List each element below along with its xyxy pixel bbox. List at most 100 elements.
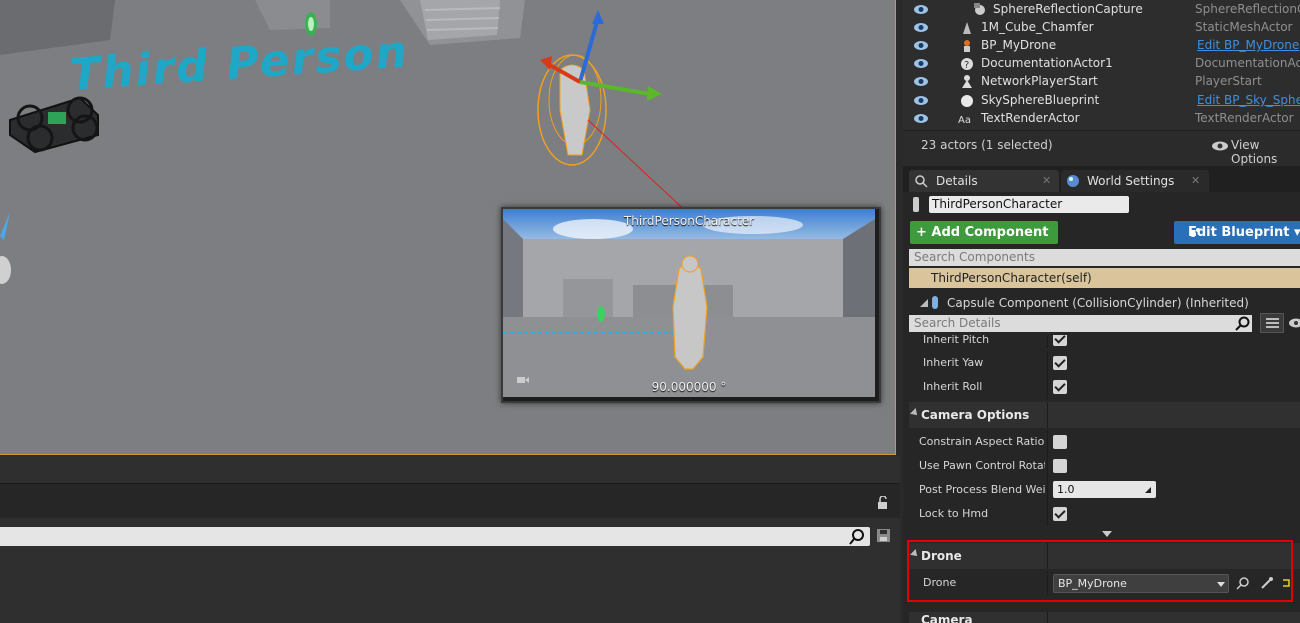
eye-icon[interactable] bbox=[914, 76, 928, 87]
use-pawn-control-checkbox[interactable] bbox=[1053, 459, 1067, 473]
category-label: Camera Options bbox=[921, 408, 1030, 422]
outliner-row[interactable]: Aa TextRenderActor TextRenderActor bbox=[903, 110, 1300, 128]
eye-icon[interactable] bbox=[914, 4, 928, 15]
static-mesh-icon bbox=[963, 22, 971, 34]
documentation-icon: ? bbox=[961, 58, 973, 71]
category-camera[interactable]: Camera bbox=[909, 612, 1300, 623]
sky-sphere-icon bbox=[961, 95, 973, 107]
outliner-item-name: BP_MyDrone bbox=[981, 38, 1057, 52]
search-details-input[interactable]: Search Details bbox=[909, 315, 1252, 332]
blend-weight-field[interactable]: 1.0 bbox=[1053, 481, 1156, 498]
actor-name-field[interactable]: ThirdPersonCharacter bbox=[929, 196, 1129, 213]
gears-icon bbox=[1190, 228, 1200, 237]
property-row: Inherit Roll bbox=[909, 375, 1300, 399]
edit-blueprint-link[interactable]: Edit BP_MyDrone bbox=[1197, 38, 1299, 52]
outliner-item-type: PlayerStart bbox=[1195, 74, 1262, 88]
search-components-input[interactable]: Search Components bbox=[909, 249, 1300, 266]
outliner-row[interactable]: SphereReflectionCapture SphereReflection… bbox=[903, 1, 1300, 19]
tab-details-label: Details bbox=[936, 174, 978, 188]
inherit-roll-checkbox[interactable] bbox=[1053, 380, 1067, 394]
svg-text:Aa: Aa bbox=[958, 115, 971, 126]
inherit-yaw-checkbox[interactable] bbox=[1053, 356, 1067, 370]
blueprint-actor-icon bbox=[964, 40, 970, 52]
constrain-aspect-checkbox[interactable] bbox=[1053, 435, 1067, 449]
outliner-row[interactable]: NetworkPlayerStart PlayerStart bbox=[903, 73, 1300, 91]
eye-icon[interactable] bbox=[914, 58, 928, 69]
property-row: Inherit Pitch bbox=[909, 335, 1300, 348]
details-icon bbox=[915, 175, 928, 188]
outliner-row[interactable]: SkySphereBlueprint Edit BP_Sky_Sphere bbox=[903, 92, 1300, 110]
close-icon[interactable]: ✕ bbox=[1042, 174, 1051, 187]
outliner-row[interactable]: BP_MyDrone Edit BP_MyDrone bbox=[903, 37, 1300, 55]
tab-details[interactable]: Details ✕ bbox=[909, 170, 1059, 192]
eye-icon[interactable] bbox=[1289, 318, 1300, 328]
svg-text:?: ? bbox=[964, 60, 969, 71]
component-capsule[interactable]: Capsule Component (CollisionCylinder) (I… bbox=[947, 296, 1249, 310]
collapse-arrow-icon bbox=[910, 408, 920, 418]
text-render-icon: Aa bbox=[958, 115, 971, 126]
tab-world-settings[interactable]: World Settings ✕ bbox=[1061, 170, 1209, 192]
lock-icon[interactable] bbox=[876, 496, 890, 510]
save-icon[interactable] bbox=[877, 529, 890, 542]
outliner-item-type: TextRenderActor bbox=[1195, 111, 1294, 125]
category-label: Camera bbox=[921, 613, 973, 623]
outliner-item-type: DocumentationActor bbox=[1195, 56, 1300, 70]
outliner-item-type: SphereReflectionCa bbox=[1195, 2, 1300, 16]
level-viewport[interactable]: Third Person ThirdPersonCharacter 90.000… bbox=[0, 0, 896, 455]
preview-angle: 90.000000 ° bbox=[651, 380, 727, 394]
outliner-item-name: NetworkPlayerStart bbox=[981, 74, 1098, 88]
eye-icon[interactable] bbox=[1212, 141, 1228, 151]
property-label: Post Process Blend Weight bbox=[919, 483, 1045, 496]
property-label: Use Pawn Control Rotation bbox=[919, 459, 1045, 472]
property-row: Inherit Yaw bbox=[909, 351, 1300, 375]
eye-icon[interactable] bbox=[914, 95, 928, 106]
outliner-item-name: DocumentationActor1 bbox=[981, 56, 1113, 70]
inherit-pitch-checkbox[interactable] bbox=[1053, 335, 1067, 346]
outliner-item-type: StaticMeshActor bbox=[1195, 20, 1293, 34]
outliner-item-name: 1M_Cube_Chamfer bbox=[981, 20, 1094, 34]
search-icon[interactable] bbox=[849, 529, 865, 545]
property-row: Constrain Aspect Ratio bbox=[909, 430, 1300, 454]
eye-icon[interactable] bbox=[914, 22, 928, 33]
outliner-row[interactable]: 1M_Cube_Chamfer StaticMeshActor bbox=[903, 19, 1300, 37]
details-tab-strip: Details ✕ World Settings ✕ bbox=[903, 166, 1300, 192]
resize-icon bbox=[1145, 487, 1151, 493]
property-matrix-button[interactable] bbox=[1260, 313, 1284, 333]
outliner-item-name: TextRenderActor bbox=[981, 111, 1080, 125]
preview-scene bbox=[503, 209, 875, 397]
property-row: Use Pawn Control Rotation bbox=[909, 454, 1300, 478]
details-panel: ThirdPersonCharacter + Add Component ▾ E… bbox=[903, 192, 1300, 623]
actor-icon bbox=[913, 197, 919, 212]
search-icon[interactable] bbox=[1235, 316, 1250, 331]
view-options-button[interactable]: View Options bbox=[1231, 138, 1300, 166]
tab-world-settings-label: World Settings bbox=[1087, 174, 1175, 188]
preview-title: ThirdPersonCharacter bbox=[623, 214, 755, 228]
capsule-icon bbox=[932, 296, 938, 309]
lock-to-hmd-checkbox[interactable] bbox=[1053, 507, 1067, 521]
world-outliner: SphereReflectionCapture SphereReflection… bbox=[903, 0, 1300, 130]
edit-blueprint-link[interactable]: Edit BP_Sky_Sphere bbox=[1197, 93, 1300, 107]
property-row: Post Process Blend Weight 1.0 bbox=[909, 478, 1300, 502]
player-start-icon bbox=[962, 75, 972, 88]
grid-icon bbox=[1266, 318, 1279, 328]
property-label: Inherit Pitch bbox=[923, 335, 990, 346]
globe-icon bbox=[1067, 175, 1079, 187]
property-label: Lock to Hmd bbox=[919, 507, 989, 520]
eye-icon[interactable] bbox=[914, 113, 928, 124]
outliner-footer: 23 actors (1 selected) View Options bbox=[903, 130, 1300, 166]
outliner-row[interactable]: ? DocumentationActor1 DocumentationActor bbox=[903, 55, 1300, 73]
component-self[interactable]: ThirdPersonCharacter(self) bbox=[909, 268, 1300, 288]
actor-count: 23 actors (1 selected) bbox=[921, 138, 1053, 152]
camera-preview: ThirdPersonCharacter 90.000000 ° bbox=[501, 207, 881, 403]
collapse-arrow-icon[interactable] bbox=[920, 299, 928, 307]
eye-icon[interactable] bbox=[914, 40, 928, 51]
expand-arrow-icon[interactable] bbox=[1102, 531, 1112, 537]
property-label: Inherit Yaw bbox=[923, 356, 984, 369]
property-row: Lock to Hmd bbox=[909, 502, 1300, 526]
category-camera-options[interactable]: Camera Options bbox=[909, 402, 1300, 428]
log-search-input[interactable] bbox=[0, 527, 870, 546]
property-label: Constrain Aspect Ratio bbox=[919, 435, 1045, 448]
property-label: Inherit Roll bbox=[923, 380, 983, 393]
add-component-button[interactable]: + Add Component ▾ bbox=[910, 221, 1058, 263]
close-icon[interactable]: ✕ bbox=[1191, 174, 1200, 187]
